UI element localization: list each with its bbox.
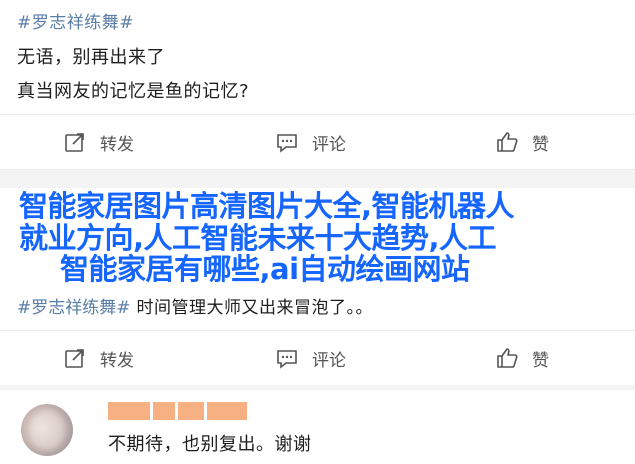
repost-button[interactable]: 转发 — [64, 331, 134, 385]
thumbs-up-icon — [497, 348, 518, 368]
comment-icon — [277, 350, 297, 369]
hashtag-link[interactable]: #罗志祥练舞# — [17, 298, 131, 318]
repost-icon — [65, 349, 84, 368]
repost-button[interactable]: 转发 — [64, 115, 134, 169]
separator-band — [0, 170, 635, 188]
like-button[interactable]: 赞 — [496, 115, 549, 169]
thumbs-up-icon — [497, 132, 518, 152]
avatar[interactable] — [21, 404, 73, 456]
overlay-headline-line: 智能家居有哪些,ai自动绘画网站 — [60, 252, 470, 286]
nickname-blurred[interactable] — [108, 402, 248, 422]
comment-item: 不期待，也别复出。谢谢 — [0, 390, 635, 464]
repost-label: 转发 — [100, 134, 134, 155]
comment-text: 不期待，也别复出。谢谢 — [108, 434, 312, 455]
hashtag-link[interactable]: #罗志祥练舞# — [17, 8, 134, 33]
comment-icon — [277, 134, 297, 153]
weibo-post-1: #罗志祥练舞# 无语，别再出来了 真当网友的记忆是鱼的记忆? — [0, 0, 635, 114]
action-bar: 转发 评论 赞 — [0, 115, 635, 169]
like-button[interactable]: 赞 — [496, 331, 549, 385]
weibo-post-2: #罗志祥练舞# 时间管理大师又出来冒泡了。。 — [17, 293, 373, 318]
action-bar: 转发 评论 赞 — [0, 331, 635, 385]
comment-label: 评论 — [312, 134, 346, 155]
comment-button[interactable]: 评论 — [276, 115, 346, 169]
repost-icon — [65, 133, 84, 152]
post-text: 时间管理大师又出来冒泡了。。 — [136, 298, 373, 318]
overlay-headline-line: 智能家居图片高清图片大全,智能机器人 — [19, 189, 515, 223]
post-text-line: 无语，别再出来了 — [17, 47, 165, 68]
like-label: 赞 — [532, 134, 549, 155]
comment-button[interactable]: 评论 — [276, 331, 346, 385]
comment-label: 评论 — [312, 350, 346, 371]
repost-label: 转发 — [100, 350, 134, 371]
post-text-line: 真当网友的记忆是鱼的记忆? — [17, 81, 250, 102]
like-label: 赞 — [532, 350, 549, 371]
